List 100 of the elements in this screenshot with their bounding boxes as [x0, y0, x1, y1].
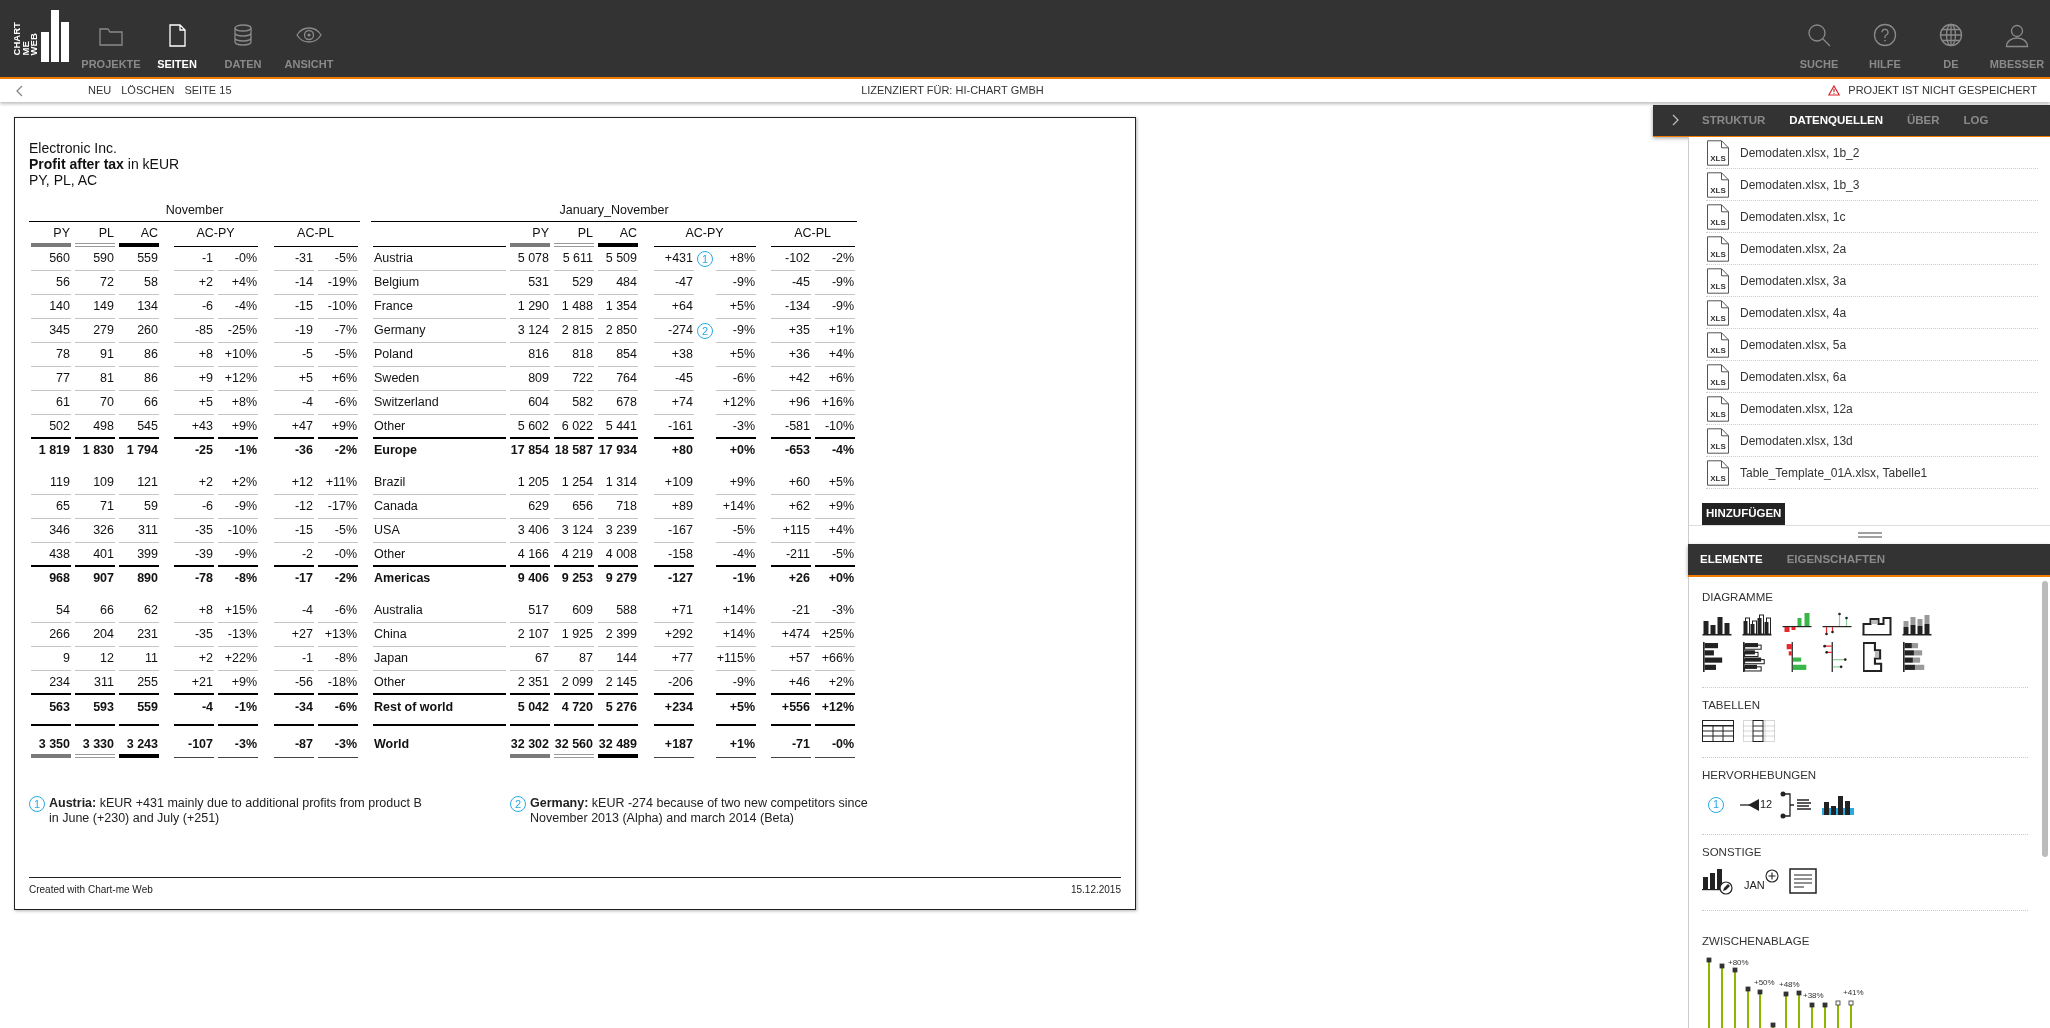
row-label: France	[373, 295, 506, 319]
table-cell: -45	[771, 271, 811, 295]
help-icon	[1872, 22, 1898, 49]
text-box-icon[interactable]	[1788, 867, 1817, 894]
nav-tab[interactable]: ANSICHT	[276, 0, 342, 77]
table-cell: -56	[274, 671, 314, 695]
nav-tab[interactable]: SEITEN	[144, 0, 210, 77]
list-item[interactable]: XLS Demodaten.xlsx, 1c	[1706, 201, 2038, 234]
toolbar-action[interactable]: NEU	[83, 82, 117, 99]
stacked-column-chart-icon[interactable]	[1902, 612, 1932, 636]
table-cell: 4 219	[554, 543, 594, 567]
table-cell: +4%	[815, 519, 856, 543]
table-icon[interactable]	[1743, 720, 1775, 743]
toolbar-action[interactable]: SEITE 15	[179, 82, 237, 99]
table-cell: 498	[75, 415, 115, 439]
list-item[interactable]: XLS Demodaten.xlsx, 13d	[1706, 425, 2038, 458]
table-cell: 1 314	[598, 471, 638, 495]
table-cell: 65	[31, 495, 71, 519]
toolbar-button[interactable]: HILFE	[1852, 0, 1918, 77]
panel-tab[interactable]: EIGENSCHAFTEN	[1774, 550, 1898, 569]
table-cell: +9%	[318, 415, 358, 439]
list-item[interactable]: XLS Demodaten.xlsx, 4a	[1706, 297, 2038, 330]
table-cell: -6%	[318, 391, 358, 415]
table-cell: 3 350	[31, 732, 71, 758]
company-name: Electronic Inc.	[29, 140, 118, 156]
panel-tab[interactable]: DATENQUELLEN	[1777, 111, 1895, 129]
highlighted-column-chart-icon[interactable]	[1822, 793, 1855, 816]
table-cell: +9%	[815, 495, 856, 519]
row-label: Canada	[373, 495, 506, 519]
column-header: PY	[510, 222, 550, 247]
table-cell: +27	[274, 623, 314, 647]
list-item[interactable]: XLS Table_Template_01A.xlsx, Tabelle1	[1706, 457, 2038, 490]
table-cell: +2	[174, 271, 214, 295]
table-cell: -9%	[815, 271, 856, 295]
arrow-icon[interactable]	[1740, 797, 1760, 812]
list-item[interactable]: XLS Demodaten.xlsx, 3a	[1706, 265, 2038, 298]
plus-icon[interactable]	[1764, 868, 1779, 883]
panel-tab[interactable]: ÜBER	[1894, 111, 1952, 129]
column-chart-edit-icon[interactable]	[1702, 866, 1734, 895]
grouped-column-chart-icon[interactable]	[1742, 612, 1772, 636]
chevron-right-icon[interactable]	[1670, 114, 1680, 127]
table-cell: 502	[31, 415, 71, 439]
footnote-text: Germany: kEUR -274 because of two new competitors since November 2013 (Alpha) and march 2014 (Beta)	[530, 796, 869, 826]
toolbar-action[interactable]: LÖSCHEN	[116, 82, 180, 99]
table-cell: 58	[119, 271, 159, 295]
toolbar-button[interactable]: MBESSER	[1984, 0, 2050, 77]
add-button[interactable]: HINZUFÜGEN	[1702, 503, 1786, 525]
nav-tab[interactable]: PROJEKTE	[78, 0, 144, 77]
pin-chart-icon[interactable]	[1822, 612, 1852, 636]
table-cell: -6	[174, 495, 214, 519]
table-cell: +5%	[815, 471, 856, 495]
table-cell-text: +0%	[728, 442, 756, 459]
table-cell-text: -1%	[731, 570, 756, 587]
table-cell: +9	[174, 367, 214, 391]
table-cell: +89	[654, 495, 694, 519]
list-item[interactable]: XLS Demodaten.xlsx, 2a	[1706, 233, 2038, 266]
panel-tab[interactable]: LOG	[1951, 111, 2001, 129]
list-item[interactable]: XLS Demodaten.xlsx, 1b_2	[1706, 137, 2038, 170]
table-cell: 718	[598, 495, 638, 519]
footnote-text: Austria: kEUR +431 mainly due to additional profits from product B in June (+230) and July (+251)	[49, 796, 423, 826]
table-cell: 3 330	[75, 732, 115, 758]
table-cell: -87	[274, 732, 314, 758]
table-cell: 3 124	[510, 319, 550, 343]
chevron-left-icon[interactable]	[15, 84, 25, 97]
status-text: PROJEKT IST NICHT GESPEICHERT	[1848, 83, 2037, 99]
table-cell: 32 560	[554, 732, 594, 758]
toolbar-button[interactable]: SUCHE	[1786, 0, 1852, 77]
splitter-handle[interactable]	[1857, 532, 1882, 539]
panel-tab[interactable]: STRUKTUR	[1690, 111, 1778, 129]
list-item[interactable]: XLS Demodaten.xlsx, 5a	[1706, 329, 2038, 362]
table-cell: -8%	[318, 647, 358, 671]
table-cell: -9%	[716, 671, 756, 695]
table-cell: -4	[174, 695, 214, 726]
toolbar-button[interactable]: DE	[1918, 0, 1984, 77]
column-header: AC-PY	[174, 222, 258, 247]
list-item[interactable]: XLS Demodaten.xlsx, 12a	[1706, 393, 2038, 426]
list-item[interactable]: XLS Demodaten.xlsx, 6a	[1706, 361, 2038, 394]
icon-label: JAN	[1744, 877, 1765, 893]
table-cell: 593	[75, 695, 115, 726]
nav-tab[interactable]: DATEN	[210, 0, 276, 77]
table-cell: +14%	[716, 623, 756, 647]
table-cell: 32 489	[598, 732, 638, 758]
file-type-label: XLS	[1710, 378, 1726, 387]
table-cell: 517	[510, 599, 550, 623]
table-cell: +25%	[815, 623, 856, 647]
table-cell: +66%	[815, 647, 856, 671]
scrollbar[interactable]	[2042, 580, 2048, 857]
table-cell: 279	[75, 319, 115, 343]
chart-label: +41%	[1843, 988, 1864, 997]
table-cell: 1 205	[510, 471, 550, 495]
table-cell: -5%	[815, 543, 856, 567]
list-item[interactable]: XLS Demodaten.xlsx, 1b_3	[1706, 169, 2038, 202]
table-cell: 399	[119, 543, 159, 567]
row-label: Other	[373, 671, 506, 695]
panel-tab[interactable]: ELEMENTE	[1688, 550, 1775, 569]
row-label: Other	[373, 415, 506, 439]
table-cell: 66	[119, 391, 159, 415]
table-cell: -3%	[716, 415, 756, 439]
table-cell: -134	[771, 295, 811, 319]
table-cell: -107	[174, 732, 214, 758]
